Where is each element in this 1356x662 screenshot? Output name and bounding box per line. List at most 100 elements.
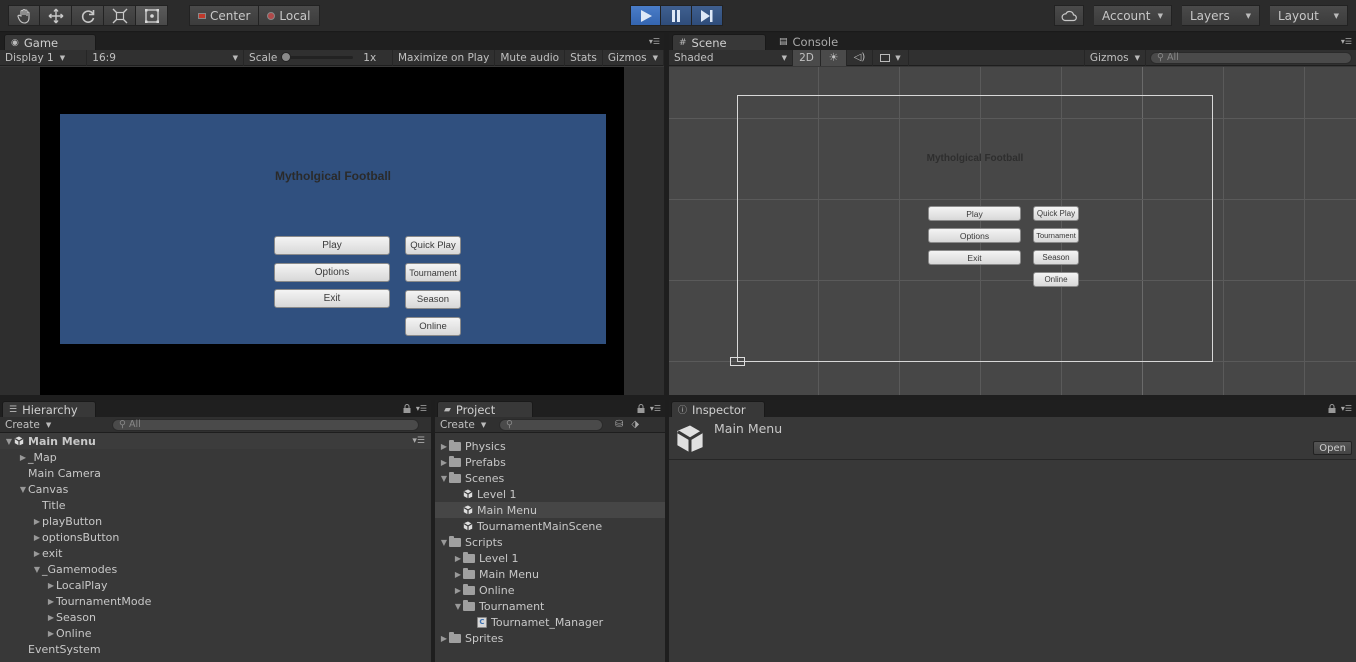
layers-dropdown[interactable]: Layers ▼ (1182, 5, 1260, 26)
hand-tool-button[interactable] (8, 5, 40, 26)
rect-tool-button[interactable] (136, 5, 168, 26)
display-dropdown[interactable]: Display 1 ▼ (0, 49, 88, 66)
project-item[interactable]: ▶ Prefabs (435, 454, 665, 470)
hierarchy-item[interactable]: ▶ optionsButton (0, 529, 431, 545)
tab-game[interactable]: ◉ Game (4, 34, 96, 50)
scale-slider[interactable] (281, 52, 354, 62)
filter-by-type-icon[interactable]: ⛁ (615, 419, 623, 430)
scene-quick-play-button[interactable]: Quick Play (1033, 206, 1079, 221)
season-button[interactable]: Season (405, 290, 461, 309)
scene-options-button[interactable]: Options (928, 228, 1021, 243)
expand-arrow-icon[interactable]: ▶ (46, 629, 56, 638)
scene-search-input[interactable]: ⚲ All (1150, 51, 1352, 64)
exit-menu-button[interactable]: Exit (274, 289, 390, 308)
project-item[interactable]: ▼ Tournament (435, 598, 665, 614)
mute-audio-toggle[interactable]: Mute audio (495, 49, 566, 66)
hierarchy-item[interactable]: ▼ Canvas (0, 481, 431, 497)
project-item[interactable]: ▶ Main Menu (435, 566, 665, 582)
play-menu-button[interactable]: Play (274, 236, 390, 255)
scene-options-icon[interactable]: ▾☰ (412, 436, 425, 446)
tab-console[interactable]: ▤ Console (773, 34, 853, 50)
effects-dropdown[interactable]: ▼ (873, 49, 909, 66)
tab-scene[interactable]: # Scene (672, 34, 766, 50)
project-item[interactable]: ▼ Scenes (435, 470, 665, 486)
cloud-button[interactable] (1054, 5, 1084, 26)
layout-dropdown[interactable]: Layout ▼ (1270, 5, 1348, 26)
expand-arrow-icon[interactable]: ▶ (46, 597, 56, 606)
scene-season-button[interactable]: Season (1033, 250, 1079, 265)
filter-by-label-icon[interactable]: ⬗ (631, 419, 639, 430)
lock-icon[interactable] (403, 404, 411, 413)
scene-play-button[interactable]: Play (928, 206, 1021, 221)
hierarchy-item[interactable]: ▼ _Gamemodes (0, 561, 431, 577)
project-item[interactable]: ▶ Physics (435, 438, 665, 454)
shading-mode-dropdown[interactable]: Shaded ▼ (669, 49, 793, 66)
hierarchy-item[interactable]: Main Camera (0, 465, 431, 481)
expand-arrow-icon[interactable]: ▶ (18, 453, 28, 462)
2d-mode-toggle[interactable]: 2D (793, 49, 821, 66)
expand-arrow-icon[interactable]: ▶ (32, 549, 42, 558)
panel-menu-icon[interactable]: ▾☰ (650, 404, 661, 413)
hierarchy-item[interactable]: ▶ exit (0, 545, 431, 561)
audio-toggle[interactable]: ◁) (847, 49, 873, 66)
tab-project[interactable]: ▰ Project (437, 401, 533, 417)
panel-menu-icon[interactable]: ▾☰ (649, 37, 660, 46)
hierarchy-item[interactable]: EventSystem (0, 641, 431, 657)
account-dropdown[interactable]: Account ▼ (1094, 5, 1172, 26)
project-item[interactable]: ▶ Online (435, 582, 665, 598)
pivot-center-toggle[interactable]: Center (189, 5, 260, 26)
hierarchy-item[interactable]: ▶ TournamentMode (0, 593, 431, 609)
panel-menu-icon[interactable]: ▾☰ (1341, 37, 1352, 46)
expand-arrow-icon[interactable]: ▼ (4, 437, 14, 446)
scene-online-button[interactable]: Online (1033, 272, 1079, 287)
tournament-button[interactable]: Tournament (405, 263, 461, 282)
scene-gizmos-dropdown[interactable]: Gizmos ▼ (1083, 49, 1146, 66)
expand-arrow-icon[interactable]: ▶ (46, 581, 56, 590)
expand-arrow-icon[interactable]: ▶ (453, 554, 463, 563)
project-item[interactable]: C Tournamet_Manager (435, 614, 665, 630)
expand-arrow-icon[interactable]: ▶ (32, 533, 42, 542)
expand-arrow-icon[interactable]: ▼ (439, 474, 449, 483)
hierarchy-search-input[interactable]: ⚲ All (112, 418, 419, 431)
move-tool-button[interactable] (40, 5, 72, 26)
stats-toggle[interactable]: Stats (565, 49, 603, 66)
aspect-dropdown[interactable]: 16:9 ▼ (87, 49, 245, 66)
scene-tournament-button[interactable]: Tournament (1033, 228, 1079, 243)
lock-icon[interactable] (1328, 404, 1336, 413)
expand-arrow-icon[interactable]: ▶ (453, 570, 463, 579)
scale-tool-button[interactable] (104, 5, 136, 26)
online-button[interactable]: Online (405, 317, 461, 336)
hierarchy-item[interactable]: ▶ LocalPlay (0, 577, 431, 593)
hierarchy-item[interactable]: Title (0, 497, 431, 513)
tab-hierarchy[interactable]: ☰ Hierarchy (2, 401, 96, 417)
expand-arrow-icon[interactable]: ▶ (439, 442, 449, 451)
scene-root-row[interactable]: ▼ Main Menu ▾☰ (0, 433, 431, 449)
hierarchy-create-dropdown[interactable]: Create ▼ (0, 417, 60, 433)
expand-arrow-icon[interactable]: ▼ (453, 602, 463, 611)
camera-gizmo-icon[interactable] (730, 357, 745, 366)
hierarchy-item[interactable]: ▶ Online (0, 625, 431, 641)
options-menu-button[interactable]: Options (274, 263, 390, 282)
scene-viewport[interactable]: Mytholgical Football Play Options Exit Q… (669, 67, 1356, 395)
expand-arrow-icon[interactable]: ▼ (32, 565, 42, 574)
lock-icon[interactable] (637, 404, 645, 413)
open-scene-button[interactable]: Open (1313, 441, 1352, 455)
step-button[interactable] (692, 5, 723, 26)
expand-arrow-icon[interactable]: ▼ (439, 538, 449, 547)
expand-arrow-icon[interactable]: ▶ (46, 613, 56, 622)
rotate-tool-button[interactable] (72, 5, 104, 26)
expand-arrow-icon[interactable]: ▶ (439, 458, 449, 467)
gizmos-dropdown[interactable]: Gizmos ▼ (603, 49, 664, 66)
project-item[interactable]: ▼ Scripts (435, 534, 665, 550)
hierarchy-item[interactable]: ▶ playButton (0, 513, 431, 529)
lighting-toggle[interactable]: ☀ (821, 49, 847, 66)
expand-arrow-icon[interactable]: ▶ (453, 586, 463, 595)
panel-menu-icon[interactable]: ▾☰ (416, 404, 427, 413)
expand-arrow-icon[interactable]: ▶ (439, 634, 449, 643)
project-item[interactable]: TournamentMainScene (435, 518, 665, 534)
expand-arrow-icon[interactable]: ▼ (18, 485, 28, 494)
play-button[interactable] (630, 5, 661, 26)
hierarchy-item[interactable]: ▶ _Map (0, 449, 431, 465)
project-item[interactable]: ▶ Level 1 (435, 550, 665, 566)
slider-thumb[interactable] (281, 52, 292, 62)
